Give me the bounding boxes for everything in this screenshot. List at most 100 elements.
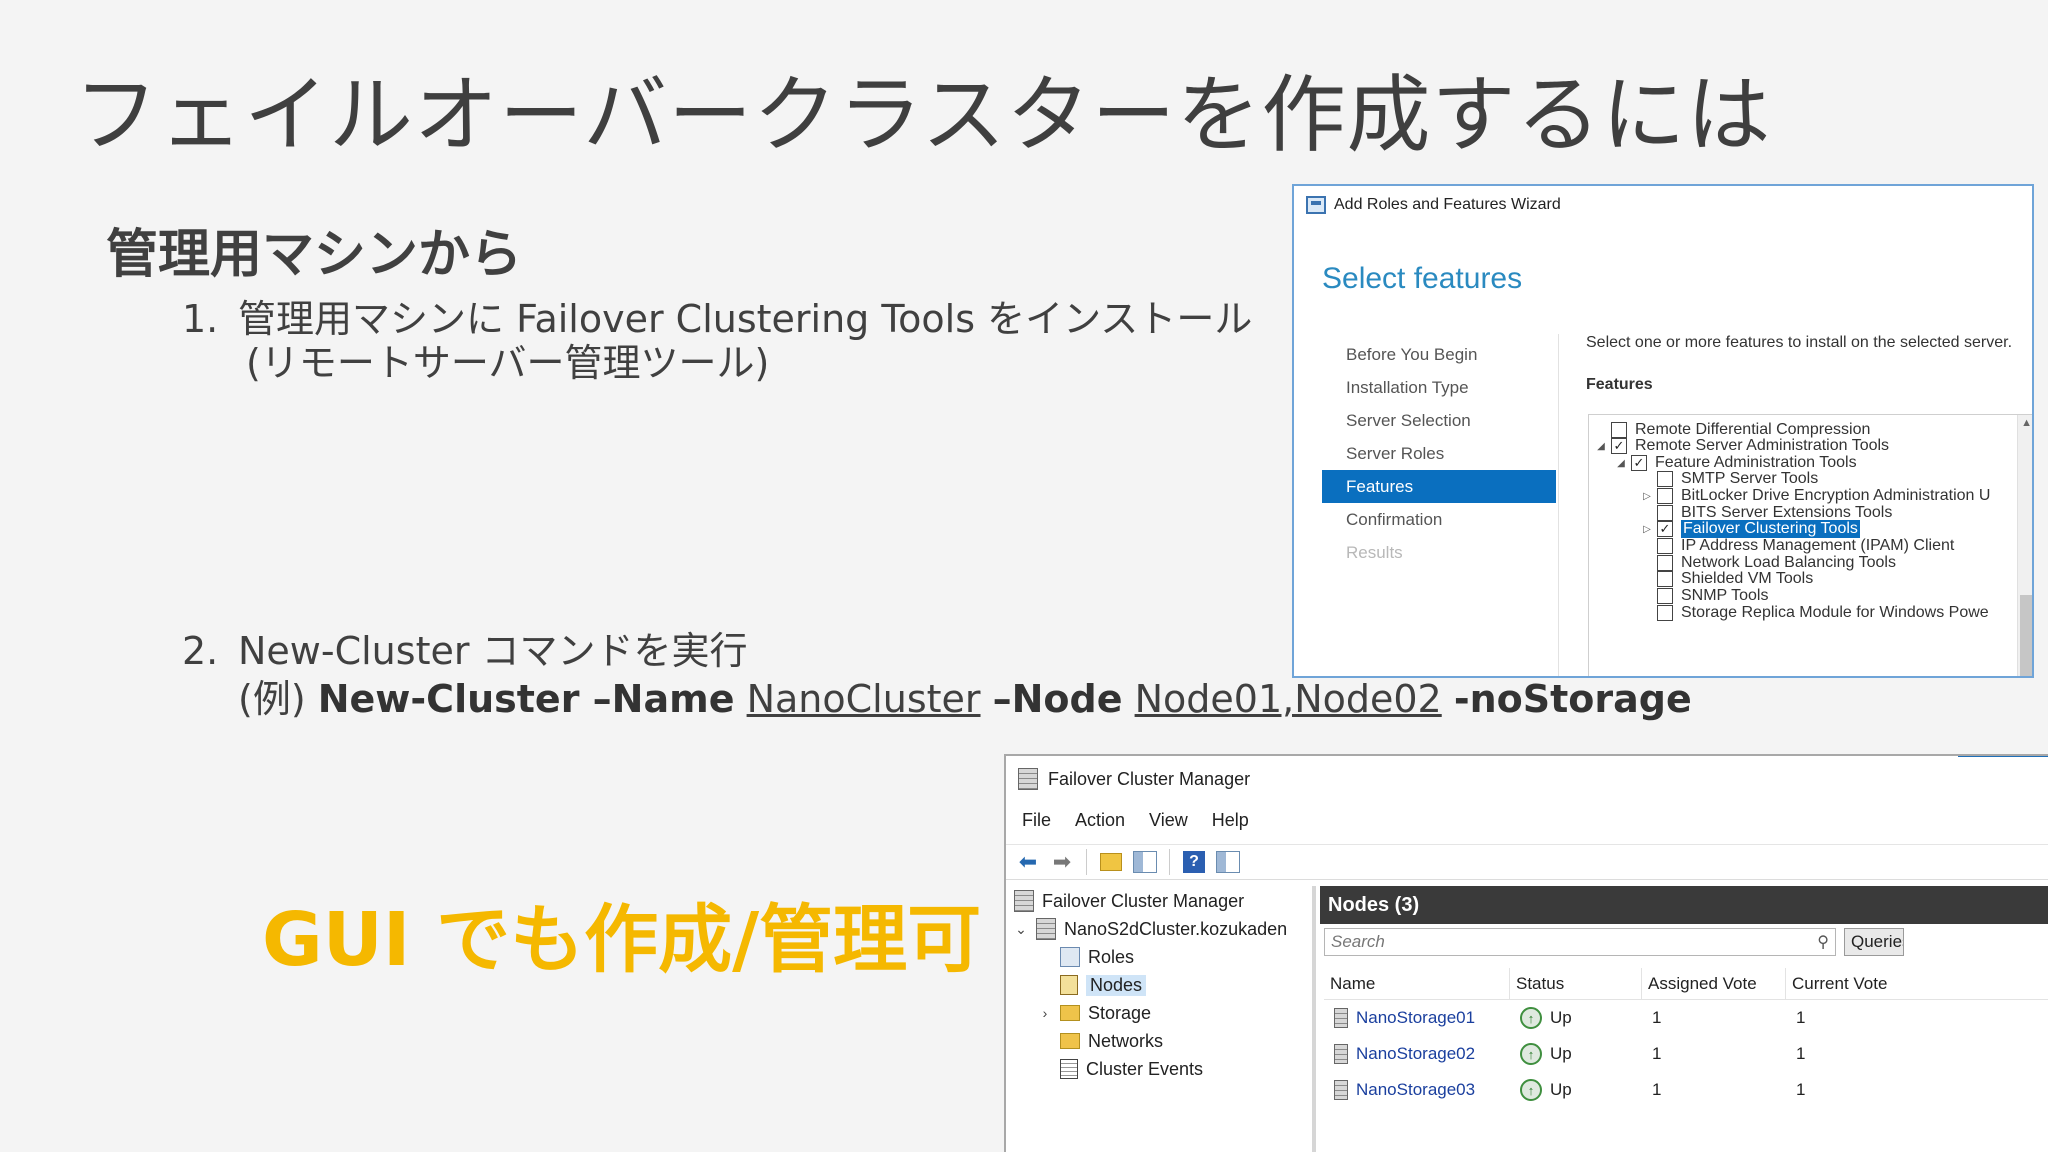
show-action-pane-button[interactable] — [1214, 849, 1242, 875]
column-assigned-vote[interactable]: Assigned Vote — [1642, 968, 1786, 999]
networks-icon — [1060, 1033, 1080, 1049]
tree-label: Nodes — [1086, 974, 1147, 996]
tree-root[interactable]: Failover Cluster Manager — [1014, 888, 1244, 914]
status-cell: ↑ Up — [1510, 1043, 1642, 1065]
tree-item-nodes[interactable]: Nodes — [1060, 972, 1147, 998]
toolbar: ⬅ ➡ ? — [1006, 844, 2048, 880]
node-name: NanoStorage03 — [1356, 1080, 1476, 1099]
navigation-tree: Failover Cluster Manager ⌄ NanoS2dCluste… — [1010, 886, 1316, 1152]
toolbar-separator — [1086, 849, 1087, 875]
wizard-description: Select one or more features to install o… — [1586, 334, 2013, 351]
expand-arrow-icon[interactable]: ◢ — [1595, 441, 1607, 452]
features-label: Features — [1586, 376, 1653, 393]
example-prefix: (例) — [238, 677, 318, 721]
chevron-down-icon[interactable]: ⌄ — [1014, 921, 1028, 938]
status-text: Up — [1550, 1008, 1572, 1027]
tree-label: NanoS2dCluster.kozukaden — [1064, 918, 1288, 939]
search-input[interactable]: Search ⚲ — [1324, 928, 1836, 956]
scroll-thumb[interactable] — [2020, 595, 2032, 676]
forward-arrow-icon[interactable]: ➡ — [1048, 849, 1076, 875]
action-pane-icon — [1216, 851, 1240, 873]
status-cell: ↑ Up — [1510, 1007, 1642, 1029]
cluster-events-icon — [1060, 1059, 1078, 1079]
nav-installation-type[interactable]: Installation Type — [1322, 371, 1556, 404]
tree-item-storage[interactable]: › Storage — [1038, 1000, 1151, 1026]
node-name: NanoStorage01 — [1356, 1008, 1476, 1027]
wizard-icon — [1306, 196, 1326, 214]
collapsed-arrow-icon[interactable]: ▷ — [1641, 491, 1653, 502]
tree-item-cluster-events[interactable]: Cluster Events — [1060, 1056, 1203, 1082]
expand-arrow-icon[interactable]: ◢ — [1615, 458, 1627, 469]
table-row[interactable]: NanoStorage02 ↑ Up 1 1 — [1324, 1036, 2048, 1072]
cmd-cluster-name: NanoCluster — [746, 677, 981, 721]
assigned-vote: 1 — [1652, 1008, 1662, 1027]
nav-results: Results — [1346, 543, 1403, 562]
tree-cluster[interactable]: ⌄ NanoS2dCluster.kozukaden — [1014, 916, 1287, 942]
tree-label: Storage — [1088, 1002, 1152, 1023]
menu-bar: File Action View Help — [1022, 810, 1249, 831]
column-name[interactable]: Name — [1324, 968, 1510, 999]
menu-action[interactable]: Action — [1075, 810, 1125, 831]
status-cell: ↑ Up — [1510, 1079, 1642, 1101]
menu-file[interactable]: File — [1022, 810, 1051, 831]
fcm-title: Failover Cluster Manager — [1048, 768, 1251, 789]
chevron-right-icon[interactable]: › — [1038, 1005, 1052, 1021]
current-vote: 1 — [1796, 1044, 1806, 1063]
show-hide-tree-button[interactable] — [1131, 849, 1159, 875]
tree-label: Networks — [1088, 1030, 1164, 1051]
fcm-titlebar: Failover Cluster Manager — [1018, 768, 1250, 790]
wizard-divider — [1558, 334, 1559, 676]
cluster-icon — [1036, 918, 1056, 940]
nodes-table: Name Status Assigned Vote Current Vote N… — [1324, 968, 2048, 1108]
wizard-title: Add Roles and Features Wizard — [1334, 196, 1561, 213]
menu-view[interactable]: View — [1149, 810, 1188, 831]
cmd-node-flag: –Node — [992, 677, 1123, 721]
up-arrow-icon: ↑ — [1520, 1079, 1542, 1101]
feature-label: Storage Replica Module for Windows Powe — [1681, 604, 1989, 621]
queries-button[interactable]: Queries — [1844, 928, 1904, 956]
tree-item-networks[interactable]: Networks — [1060, 1028, 1163, 1054]
search-row: Search ⚲ Queries — [1324, 928, 1904, 956]
nav-before-you-begin[interactable]: Before You Begin — [1322, 338, 1556, 371]
status-text: Up — [1550, 1080, 1572, 1099]
up-folder-button[interactable] — [1097, 849, 1125, 875]
up-arrow-icon: ↑ — [1520, 1007, 1542, 1029]
feature-item[interactable]: Storage Replica Module for Windows Powe — [1641, 602, 1989, 624]
tree-label: Failover Cluster Manager — [1042, 890, 1245, 911]
checkbox[interactable] — [1657, 605, 1673, 621]
slide-title: フェイルオーバークラスターを作成するには — [74, 66, 1772, 164]
nav-server-selection[interactable]: Server Selection — [1322, 404, 1556, 437]
column-current-vote[interactable]: Current Vote — [1786, 968, 2048, 999]
cluster-manager-icon — [1018, 768, 1038, 790]
tree-label: Cluster Events — [1086, 1058, 1204, 1079]
step-number: 2. — [182, 629, 219, 673]
features-scrollbar[interactable]: ▲ — [2017, 415, 2032, 676]
back-arrow-icon[interactable]: ⬅ — [1014, 849, 1042, 875]
step-number: 1. — [182, 297, 219, 341]
wizard-titlebar: Add Roles and Features Wizard — [1306, 196, 1561, 214]
search-icon[interactable]: ⚲ — [1817, 932, 1829, 952]
wizard-heading: Select features — [1322, 262, 1523, 295]
node-name-cell: NanoStorage03 — [1324, 1080, 1510, 1100]
help-button[interactable]: ? — [1180, 849, 1208, 875]
pane-title: Nodes (3) — [1320, 886, 2048, 924]
step-1: 1. 管理用マシンに Failover Clustering Tools をインス… — [182, 296, 1252, 342]
status-text: Up — [1550, 1044, 1572, 1063]
nav-confirmation[interactable]: Confirmation — [1322, 503, 1556, 536]
node-name: NanoStorage02 — [1356, 1044, 1476, 1063]
up-arrow-icon: ↑ — [1520, 1043, 1542, 1065]
nav-server-roles[interactable]: Server Roles — [1322, 437, 1556, 470]
nav-features[interactable]: Features — [1322, 470, 1556, 503]
table-row[interactable]: NanoStorage01 ↑ Up 1 1 — [1324, 1000, 2048, 1036]
column-status[interactable]: Status — [1510, 968, 1642, 999]
tree-item-roles[interactable]: Roles — [1060, 944, 1134, 970]
collapsed-arrow-icon[interactable]: ▷ — [1641, 524, 1653, 535]
assigned-vote: 1 — [1652, 1080, 1662, 1099]
table-row[interactable]: NanoStorage03 ↑ Up 1 1 — [1324, 1072, 2048, 1108]
menu-help[interactable]: Help — [1212, 810, 1249, 831]
command-example: (例) New-Cluster –Name NanoCluster –Node … — [238, 676, 1692, 722]
window-accent-line — [1958, 756, 2048, 757]
cluster-manager-icon — [1014, 890, 1034, 912]
scroll-up-icon[interactable]: ▲ — [2021, 417, 2032, 429]
cmd-name-flag: New-Cluster –Name — [317, 677, 735, 721]
